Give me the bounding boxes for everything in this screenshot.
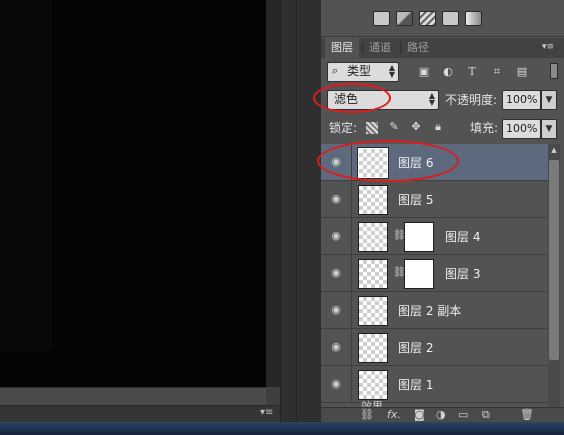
- layer-row[interactable]: ◉ 图层 2: [321, 329, 548, 366]
- eye-icon[interactable]: ◉: [329, 192, 343, 206]
- opacity-dropdown-icon[interactable]: ▼: [541, 90, 557, 110]
- layer-name[interactable]: 图层 4: [445, 228, 480, 245]
- layer-thumbnail[interactable]: [358, 333, 388, 363]
- threshold-icon[interactable]: [442, 11, 459, 26]
- layer-thumbnail[interactable]: [358, 259, 388, 289]
- chain-link-icon[interactable]: ⛓: [393, 266, 406, 280]
- select-arrows-icon: ▲ ▼: [428, 91, 435, 107]
- new-layer-icon[interactable]: ⧉: [482, 407, 490, 422]
- layers-list: ◉ 图层 6 ◉ 图层 5 ◉ ⛓ 图层 4 ◉ ⛓ 图层 3 ◉ 图层 2 副…: [321, 144, 548, 407]
- gradient-map-icon[interactable]: [396, 11, 413, 26]
- color-lookup-icon[interactable]: [465, 11, 482, 26]
- eye-column-divider: [351, 255, 352, 291]
- lock-position-icon[interactable]: ✥: [410, 121, 422, 133]
- layer-row[interactable]: ◉ ⛓ 图层 4: [321, 218, 548, 255]
- filter-type-label: 类型: [347, 64, 372, 78]
- annotation-circle-blend-mode: [313, 83, 391, 113]
- shape-icon[interactable]: ⌗: [491, 66, 503, 78]
- eye-icon[interactable]: ◉: [329, 303, 343, 317]
- eye-column-divider: [351, 218, 352, 254]
- panel-menu-icon[interactable]: ▾≡: [260, 407, 276, 419]
- panel-options-icon[interactable]: ▾≡: [542, 42, 560, 54]
- canvas-horizontal-scrollbar[interactable]: [0, 387, 266, 406]
- link-icon[interactable]: ⛓: [360, 407, 374, 422]
- fx-icon[interactable]: fx.: [387, 407, 401, 422]
- layer-row[interactable]: ◉ ⛓ 图层 3: [321, 255, 548, 292]
- adjustment-icon[interactable]: ◐: [442, 66, 454, 78]
- left-panel-bottom-bar: [0, 405, 280, 423]
- fill-dropdown-icon[interactable]: ▼: [541, 119, 557, 139]
- eye-icon[interactable]: ◉: [329, 377, 343, 391]
- layer-row[interactable]: ◉ 图层 2 副本: [321, 292, 548, 329]
- layer-row[interactable]: ◉ 图层 1: [321, 366, 548, 403]
- opacity-field[interactable]: 100%: [502, 90, 541, 110]
- adjustment-layer-icon[interactable]: ◑: [436, 407, 446, 422]
- chain-link-icon[interactable]: ⛓: [393, 229, 406, 243]
- lock-label: 锁定:: [329, 121, 358, 135]
- selective-color-icon[interactable]: [373, 11, 390, 26]
- eye-column-divider: [351, 366, 352, 402]
- layer-name[interactable]: 图层 5: [398, 191, 433, 208]
- layer-mask-thumbnail[interactable]: [404, 259, 434, 289]
- layer-row[interactable]: ◉ 图层 5: [321, 181, 548, 218]
- document-edge: [0, 0, 52, 350]
- opacity-label: 不透明度:: [445, 93, 498, 107]
- tab-channels[interactable]: 通道: [363, 38, 397, 58]
- layer-name[interactable]: 图层 2 副本: [398, 302, 461, 319]
- scroll-up-arrow-icon[interactable]: ▲: [549, 146, 559, 156]
- layer-thumbnail[interactable]: [358, 370, 388, 400]
- select-arrows-icon: ▲ ▼: [388, 63, 395, 79]
- lock-all-icon[interactable]: 🔒︎: [432, 121, 444, 133]
- lock-image-icon[interactable]: ✎: [388, 121, 400, 133]
- lock-transparency-icon[interactable]: [366, 122, 378, 134]
- type-T-icon[interactable]: T: [466, 66, 478, 78]
- layer-name[interactable]: 图层 3: [445, 265, 480, 282]
- smart-object-icon[interactable]: ▤: [516, 66, 528, 78]
- layer-thumbnail[interactable]: [358, 222, 388, 252]
- layer-mask-thumbnail[interactable]: [404, 222, 434, 252]
- eye-column-divider: [351, 181, 352, 217]
- fill-label: 填充:: [470, 121, 499, 135]
- group-folder-icon[interactable]: ▭: [458, 407, 468, 422]
- eye-column-divider: [351, 292, 352, 328]
- canvas-scroll-corner: [266, 387, 280, 405]
- tab-layers[interactable]: 图层: [325, 38, 359, 58]
- os-taskbar: [0, 422, 564, 435]
- layer-thumbnail[interactable]: [358, 185, 388, 215]
- posterize-icon[interactable]: [419, 11, 436, 26]
- image-icon[interactable]: ▣: [418, 66, 430, 78]
- fill-field[interactable]: 100%: [502, 119, 541, 139]
- tab-paths[interactable]: 路径: [401, 38, 435, 58]
- layer-filter-select[interactable]: ⌕ 类型 ▲ ▼: [327, 62, 399, 82]
- layers-scroll-thumb[interactable]: [549, 160, 559, 360]
- layer-name[interactable]: 图层 2: [398, 339, 433, 356]
- annotation-circle-layer-6: [317, 140, 459, 182]
- layer-name[interactable]: 图层 1: [398, 376, 433, 393]
- magnifier-icon: ⌕: [332, 64, 339, 77]
- layer-thumbnail[interactable]: [358, 296, 388, 326]
- filter-toggle-switch[interactable]: [550, 63, 558, 79]
- eye-icon[interactable]: ◉: [329, 266, 343, 280]
- mask-icon[interactable]: ◙: [414, 407, 425, 422]
- effects-sublabel[interactable]: 效果: [361, 398, 383, 407]
- eye-icon[interactable]: ◉: [329, 340, 343, 354]
- trash-icon[interactable]: 🗑︎: [520, 407, 534, 422]
- adjustments-row: [321, 0, 564, 37]
- eye-icon[interactable]: ◉: [329, 229, 343, 243]
- dock-divider: [296, 0, 297, 422]
- panel-dock: [280, 0, 322, 422]
- eye-column-divider: [351, 329, 352, 365]
